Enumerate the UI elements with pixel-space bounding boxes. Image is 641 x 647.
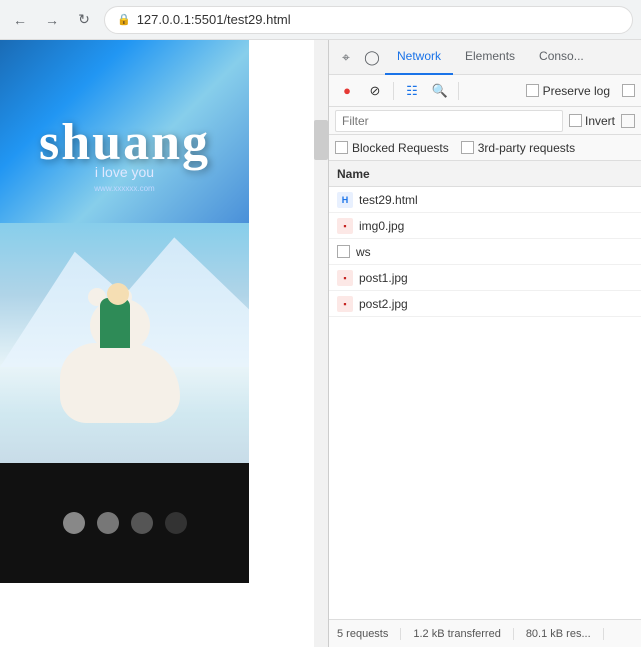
image-1: shuang i love you www.xxxxxx.com — [0, 40, 249, 223]
rider-body — [100, 298, 130, 348]
toolbar-divider-2 — [458, 82, 459, 100]
devtools-tabs: ⌖ ◯ Network Elements Conso... — [329, 40, 641, 75]
filter-row: Invert — [329, 107, 641, 135]
reload-button[interactable]: ↻ — [72, 8, 96, 32]
tab-elements[interactable]: Elements — [453, 40, 527, 75]
device-icon[interactable]: ◯ — [359, 44, 385, 70]
blocked-requests-checkbox[interactable] — [335, 141, 348, 154]
filter-button[interactable]: ☷ — [400, 79, 424, 103]
rider-head — [107, 283, 129, 305]
img1-subtitle: i love you — [95, 164, 154, 180]
loading-dot-3 — [131, 512, 153, 534]
invert-checkbox[interactable] — [569, 114, 582, 127]
file-icon-html: H — [337, 192, 353, 208]
table-row[interactable]: ws — [329, 239, 641, 265]
status-transferred: 1.2 kB transferred — [401, 628, 513, 640]
blocked-row: Blocked Requests 3rd-party requests — [329, 135, 641, 161]
browser-chrome: ← → ↻ 🔒 127.0.0.1:5501/test29.html — [0, 0, 641, 40]
table-row[interactable]: ▪ img0.jpg — [329, 213, 641, 239]
blocked-requests-label[interactable]: Blocked Requests — [335, 141, 449, 155]
main-scrollbar[interactable] — [314, 40, 328, 647]
devtools-toolbar: ● ⊘ ☷ 🔍 Preserve log — [329, 75, 641, 107]
img1-credit: www.xxxxxx.com — [94, 184, 154, 193]
third-party-label[interactable]: 3rd-party requests — [461, 141, 575, 155]
extra-checkbox[interactable] — [621, 114, 635, 128]
loading-dot-2 — [97, 512, 119, 534]
table-header: Name — [329, 161, 641, 187]
filter-input[interactable] — [335, 110, 563, 132]
scroll-thumb[interactable] — [314, 120, 328, 160]
lock-icon: 🔒 — [117, 13, 131, 26]
record-button[interactable]: ● — [335, 79, 359, 103]
preserve-log-label[interactable]: Preserve log — [526, 84, 610, 98]
third-party-checkbox[interactable] — [461, 141, 474, 154]
network-table: Name H test29.html ▪ img0.jpg ws ▪ post1… — [329, 161, 641, 619]
table-row[interactable]: ▪ post2.jpg — [329, 291, 641, 317]
file-icon-jpg: ▪ — [337, 218, 353, 234]
stop-button[interactable]: ⊘ — [363, 79, 387, 103]
bear-scene — [0, 223, 249, 463]
tab-console[interactable]: Conso... — [527, 40, 596, 75]
back-button[interactable]: ← — [8, 8, 32, 32]
file-icon-jpg-2: ▪ — [337, 270, 353, 286]
file-icon-jpg-3: ▪ — [337, 296, 353, 312]
address-bar[interactable]: 🔒 127.0.0.1:5501/test29.html — [104, 6, 633, 34]
cursor-icon[interactable]: ⌖ — [333, 44, 359, 70]
invert-label[interactable]: Invert — [569, 114, 615, 128]
url-text: 127.0.0.1:5501/test29.html — [137, 12, 291, 27]
devtools-status-bar: 5 requests 1.2 kB transferred 80.1 kB re… — [329, 619, 641, 647]
loading-dot-1 — [63, 512, 85, 534]
forward-button[interactable]: → — [40, 8, 64, 32]
webpage-panel: shuang i love you www.xxxxxx.com — [0, 40, 314, 647]
image-3-loading — [0, 463, 249, 583]
main-area: shuang i love you www.xxxxxx.com — [0, 40, 641, 647]
status-resources: 80.1 kB res... — [514, 628, 604, 640]
devtools-panel: ⌖ ◯ Network Elements Conso... ● ⊘ ☷ 🔍 Pr… — [328, 40, 641, 647]
search-button[interactable]: 🔍 — [428, 79, 452, 103]
status-requests: 5 requests — [337, 628, 401, 640]
preserve-log-checkbox[interactable] — [526, 84, 539, 97]
disable-cache-checkbox[interactable] — [622, 84, 635, 97]
toolbar-divider-1 — [393, 82, 394, 100]
table-row[interactable]: H test29.html — [329, 187, 641, 213]
tab-network[interactable]: Network — [385, 40, 453, 75]
image-2 — [0, 223, 249, 463]
ws-checkbox — [337, 245, 350, 258]
loading-dot-4 — [165, 512, 187, 534]
table-row[interactable]: ▪ post1.jpg — [329, 265, 641, 291]
nav-bar: ← → ↻ 🔒 127.0.0.1:5501/test29.html — [0, 0, 641, 40]
